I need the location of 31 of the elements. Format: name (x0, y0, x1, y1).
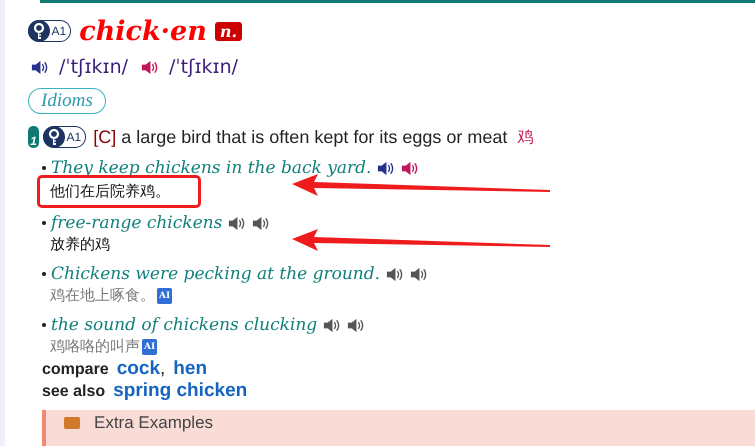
definition-translation: 鸡 (517, 128, 534, 148)
phonetic-text: /ˈtʃɪkɪn/ (59, 56, 128, 78)
idioms-button[interactable]: Idioms (28, 88, 106, 114)
xref-link[interactable]: spring chicken (113, 380, 248, 402)
example-translation: 鸡在地上啄食。 (50, 286, 155, 305)
key-icon (42, 126, 64, 148)
example-translation: 放养的鸡 (50, 235, 110, 254)
separator-text: , (160, 358, 166, 380)
part-of-speech-label: n. (214, 22, 242, 40)
xref-label: compare (42, 361, 109, 379)
headword: chick·en (79, 16, 207, 46)
example-sentence: the sound of chickens clucking (51, 315, 318, 335)
level-badge: A1 (43, 126, 86, 148)
example-sentence: free-range chickens (51, 213, 222, 233)
example-sentence: Chickens were pecking at the ground. (51, 264, 380, 284)
sense-number: 1 (28, 126, 39, 148)
level-badge: A1 (28, 20, 72, 42)
example-sentence: They keep chickens in the back yard. (51, 158, 372, 178)
xref-label: see also (42, 383, 106, 401)
example-translation: 他们在后院养鸡。 (50, 182, 170, 201)
definition-text: [C] a large bird that is often kept for its eggs or meat (93, 126, 508, 148)
extra-examples-title: Extra Examples (94, 413, 214, 433)
expand-icon (64, 417, 80, 429)
example-translation: 鸡咯咯的叫声 (50, 337, 140, 356)
phonetic-text: /ˈtʃɪkɪn/ (169, 56, 238, 78)
ai-badge: AI (157, 288, 172, 304)
ai-badge: AI (142, 338, 158, 354)
extra-examples-panel[interactable]: Extra Examples (42, 410, 755, 446)
xref-link[interactable]: cock (116, 358, 160, 380)
key-icon (28, 20, 50, 42)
xref-link[interactable]: hen (173, 358, 208, 380)
